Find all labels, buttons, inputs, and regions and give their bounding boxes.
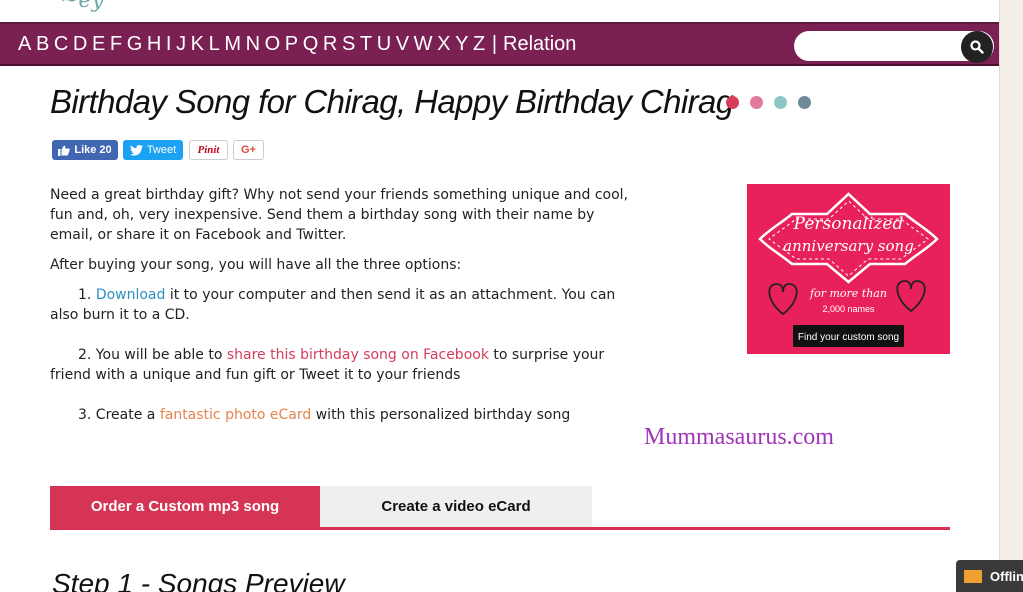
- alphabet-link-x[interactable]: X: [437, 33, 450, 56]
- alphabet-link-a[interactable]: A: [18, 33, 31, 56]
- social-share-bar: Like 20 Tweet Pinit G+: [52, 140, 264, 160]
- tweet-label: Tweet: [146, 144, 177, 156]
- option-3-text: with this personalized birthday song: [311, 407, 571, 423]
- chat-widget-offline[interactable]: Offline: [956, 560, 1023, 592]
- alphabet-link-h[interactable]: H: [147, 33, 161, 56]
- alphabet-link-c[interactable]: C: [54, 33, 68, 56]
- decoration-dot: [798, 96, 811, 109]
- option-item-share: 2. You will be able to share this birthd…: [50, 345, 640, 385]
- alphabet-link-b[interactable]: B: [36, 33, 49, 56]
- watermark-text: Mummasaurus.com: [644, 424, 834, 450]
- option-2-text-start: 2. You will be able to: [78, 347, 227, 363]
- tab-order-mp3[interactable]: Order a Custom mp3 song: [50, 486, 320, 527]
- share-facebook-link[interactable]: share this birthday song on Facebook: [227, 347, 489, 363]
- search-icon: [970, 40, 984, 54]
- ad-sub-line1: for more than: [809, 287, 887, 300]
- pinterest-label: Pinit: [197, 144, 220, 156]
- decoration-dot: [726, 96, 739, 109]
- envelope-icon: [964, 569, 982, 583]
- alphabet-link-y[interactable]: Y: [455, 33, 468, 56]
- alphabet-link-w[interactable]: W: [414, 33, 433, 56]
- article-body: Need a great birthday gift? Why not send…: [50, 185, 640, 425]
- alphabet-link-l[interactable]: L: [209, 33, 220, 56]
- alphabet-link-u[interactable]: U: [377, 33, 391, 56]
- alphabet-link-i[interactable]: I: [166, 33, 172, 56]
- pinterest-button[interactable]: Pinit: [189, 140, 228, 160]
- tab-video-ecard[interactable]: Create a video eCard: [320, 486, 592, 527]
- alphabet-link-j[interactable]: J: [176, 33, 186, 56]
- thumbs-up-icon: [58, 145, 71, 156]
- decoration-dot: [750, 96, 763, 109]
- step-heading: Step 1 - Songs Preview: [52, 568, 345, 592]
- tweet-button[interactable]: Tweet: [123, 140, 183, 160]
- order-tabs: Order a Custom mp3 song Create a video e…: [50, 486, 950, 530]
- alphabet-link-q[interactable]: Q: [303, 33, 319, 56]
- ad-sub-line2: 2,000 names: [822, 304, 875, 314]
- option-3-text-start: 3. Create a: [78, 407, 160, 423]
- alphabet-link-o[interactable]: O: [265, 33, 281, 56]
- title-decoration-dots: [726, 96, 822, 109]
- ad-artwork: Personalized anniversary song for more t…: [758, 192, 939, 347]
- alphabet-link-s[interactable]: S: [342, 33, 355, 56]
- alphabet-link-v[interactable]: V: [396, 33, 409, 56]
- alphabet-link-k[interactable]: K: [191, 33, 204, 56]
- alphabet-link-n[interactable]: N: [246, 33, 260, 56]
- alphabet-link-f[interactable]: F: [110, 33, 122, 56]
- ad-title-line1: Personalized: [793, 214, 904, 234]
- heart-icon: [768, 283, 798, 316]
- alphabet-link-m[interactable]: M: [224, 33, 241, 56]
- alphabet-link-z[interactable]: Z: [473, 33, 485, 56]
- ad-banner[interactable]: Personalized anniversary song for more t…: [747, 184, 950, 354]
- heart-icon: [896, 280, 926, 313]
- page: ~ey A B C D E F G H I J K L M N O P Q R S T U V W X Y Z | Relation …: [0, 0, 1000, 592]
- alphabet-nav: A B C D E F G H I J K L M N O P Q R S T U V W X Y Z | Relation: [18, 33, 581, 56]
- decoration-dot: [774, 96, 787, 109]
- alphabet-link-t[interactable]: T: [360, 33, 372, 56]
- intro-paragraph: Need a great birthday gift? Why not send…: [50, 187, 629, 243]
- option-item-ecard: 3. Create a fantastic photo eCard with t…: [50, 405, 640, 425]
- twitter-bird-icon: [129, 144, 143, 156]
- alphabet-link-p[interactable]: P: [285, 33, 298, 56]
- page-gutter: [1000, 0, 1023, 592]
- option-item-download: 1. Download it to your computer and then…: [50, 285, 640, 325]
- search-button[interactable]: [961, 31, 993, 63]
- google-plus-label: G+: [241, 144, 256, 156]
- alphabet-link-e[interactable]: E: [92, 33, 105, 56]
- facebook-like-button[interactable]: Like 20: [52, 140, 118, 160]
- alphabet-link-g[interactable]: G: [127, 33, 143, 56]
- google-plus-button[interactable]: G+: [233, 140, 264, 160]
- alphabet-link-d[interactable]: D: [73, 33, 87, 56]
- alphabet-separator: |: [491, 33, 498, 55]
- download-link[interactable]: Download: [96, 287, 166, 303]
- ad-title-line2: anniversary song: [783, 237, 914, 255]
- ad-cta-label: Find your custom song: [798, 332, 899, 343]
- page-title: Birthday Song for Chirag, Happy Birthday…: [50, 83, 734, 120]
- alphabet-nav-bar: A B C D E F G H I J K L M N O P Q R S T U V W X Y Z | Relation: [0, 22, 999, 66]
- alphabet-link-r[interactable]: R: [323, 33, 337, 56]
- option-1-number: 1.: [78, 287, 96, 303]
- photo-ecard-link[interactable]: fantastic photo eCard: [160, 407, 311, 423]
- relation-link[interactable]: Relation: [503, 33, 576, 56]
- options-intro: After buying your song, you will have al…: [50, 257, 462, 273]
- facebook-like-label: Like 20: [74, 144, 112, 156]
- chat-widget-label: Offline: [990, 568, 1023, 584]
- site-logo[interactable]: ~ey: [60, 0, 104, 13]
